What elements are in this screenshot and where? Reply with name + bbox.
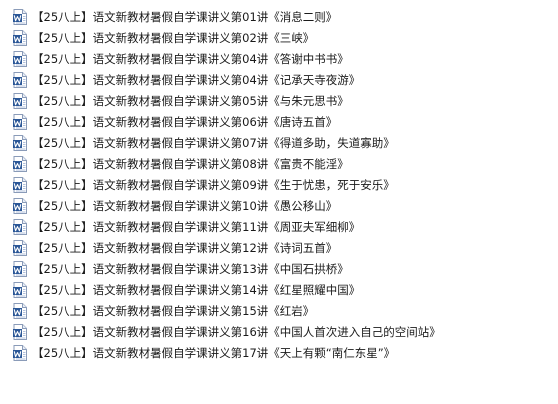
- word-document-icon: [13, 218, 27, 235]
- word-document-icon: [13, 29, 27, 46]
- word-document-icon: [13, 344, 27, 361]
- file-item[interactable]: 【25八上】语文新教材暑假自学课讲义第01讲《消息二则》: [0, 6, 558, 27]
- file-name: 【25八上】语文新教材暑假自学课讲义第13讲《中国石拱桥》: [32, 261, 349, 276]
- file-name: 【25八上】语文新教材暑假自学课讲义第11讲《周亚夫军细柳》: [32, 219, 361, 234]
- file-name: 【25八上】语文新教材暑假自学课讲义第10讲《愚公移山》: [32, 198, 338, 213]
- word-document-icon: [13, 155, 27, 172]
- file-item[interactable]: 【25八上】语文新教材暑假自学课讲义第04讲《记承天寺夜游》: [0, 69, 558, 90]
- file-item[interactable]: 【25八上】语文新教材暑假自学课讲义第10讲《愚公移山》: [0, 195, 558, 216]
- file-item[interactable]: 【25八上】语文新教材暑假自学课讲义第15讲《红岩》: [0, 300, 558, 321]
- file-name: 【25八上】语文新教材暑假自学课讲义第04讲《记承天寺夜游》: [32, 72, 361, 87]
- word-document-icon: [13, 176, 27, 193]
- word-document-icon: [13, 113, 27, 130]
- file-name: 【25八上】语文新教材暑假自学课讲义第14讲《红星照耀中国》: [32, 282, 361, 297]
- file-name: 【25八上】语文新教材暑假自学课讲义第07讲《得道多助，失道寡助》: [32, 135, 395, 150]
- file-item[interactable]: 【25八上】语文新教材暑假自学课讲义第13讲《中国石拱桥》: [0, 258, 558, 279]
- word-document-icon: [13, 197, 27, 214]
- word-document-icon: [13, 323, 27, 340]
- word-document-icon: [13, 92, 27, 109]
- file-item[interactable]: 【25八上】语文新教材暑假自学课讲义第17讲《天上有颗“南仁东星”》: [0, 342, 558, 363]
- word-document-icon: [13, 239, 27, 256]
- word-document-icon: [13, 50, 27, 67]
- file-item[interactable]: 【25八上】语文新教材暑假自学课讲义第05讲《与朱元思书》: [0, 90, 558, 111]
- file-item[interactable]: 【25八上】语文新教材暑假自学课讲义第11讲《周亚夫军细柳》: [0, 216, 558, 237]
- word-document-icon: [13, 71, 27, 88]
- file-item[interactable]: 【25八上】语文新教材暑假自学课讲义第08讲《富贵不能淫》: [0, 153, 558, 174]
- file-name: 【25八上】语文新教材暑假自学课讲义第04讲《答谢中书书》: [32, 51, 349, 66]
- file-item[interactable]: 【25八上】语文新教材暑假自学课讲义第02讲《三峡》: [0, 27, 558, 48]
- file-name: 【25八上】语文新教材暑假自学课讲义第01讲《消息二则》: [32, 9, 338, 24]
- file-name: 【25八上】语文新教材暑假自学课讲义第09讲《生于忧患，死于安乐》: [32, 177, 395, 192]
- file-name: 【25八上】语文新教材暑假自学课讲义第17讲《天上有颗“南仁东星”》: [32, 345, 396, 360]
- file-name: 【25八上】语文新教材暑假自学课讲义第02讲《三峡》: [32, 30, 315, 45]
- file-item[interactable]: 【25八上】语文新教材暑假自学课讲义第04讲《答谢中书书》: [0, 48, 558, 69]
- file-item[interactable]: 【25八上】语文新教材暑假自学课讲义第07讲《得道多助，失道寡助》: [0, 132, 558, 153]
- file-item[interactable]: 【25八上】语文新教材暑假自学课讲义第14讲《红星照耀中国》: [0, 279, 558, 300]
- file-name: 【25八上】语文新教材暑假自学课讲义第15讲《红岩》: [32, 303, 315, 318]
- word-document-icon: [13, 8, 27, 25]
- file-name: 【25八上】语文新教材暑假自学课讲义第08讲《富贵不能淫》: [32, 156, 349, 171]
- word-document-icon: [13, 134, 27, 151]
- word-document-icon: [13, 260, 27, 277]
- file-item[interactable]: 【25八上】语文新教材暑假自学课讲义第06讲《唐诗五首》: [0, 111, 558, 132]
- file-item[interactable]: 【25八上】语文新教材暑假自学课讲义第16讲《中国人首次进入自己的空间站》: [0, 321, 558, 342]
- word-document-icon: [13, 281, 27, 298]
- file-name: 【25八上】语文新教材暑假自学课讲义第12讲《诗词五首》: [32, 240, 338, 255]
- file-item[interactable]: 【25八上】语文新教材暑假自学课讲义第09讲《生于忧患，死于安乐》: [0, 174, 558, 195]
- file-name: 【25八上】语文新教材暑假自学课讲义第06讲《唐诗五首》: [32, 114, 338, 129]
- file-name: 【25八上】语文新教材暑假自学课讲义第16讲《中国人首次进入自己的空间站》: [32, 324, 441, 339]
- file-list: 【25八上】语文新教材暑假自学课讲义第01讲《消息二则》 【25八上】语文新教材暑…: [0, 6, 558, 363]
- file-item[interactable]: 【25八上】语文新教材暑假自学课讲义第12讲《诗词五首》: [0, 237, 558, 258]
- file-name: 【25八上】语文新教材暑假自学课讲义第05讲《与朱元思书》: [32, 93, 349, 108]
- word-document-icon: [13, 302, 27, 319]
